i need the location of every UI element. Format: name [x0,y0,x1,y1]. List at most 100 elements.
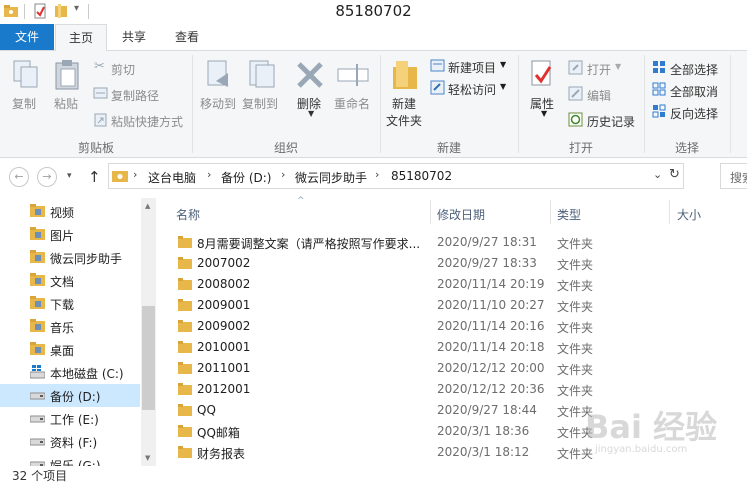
rename-icon [337,64,369,86]
breadcrumb-separator-icon: › [133,168,138,181]
file-row[interactable]: 2012001 2020/12/12 20:36 文件夹 [167,379,747,400]
nav-item[interactable]: 微云同步助手 [0,246,140,269]
select-all-icon [653,61,665,73]
paste-shortcut-button[interactable]: 粘贴快捷方式 [92,111,187,129]
history-button[interactable]: 历史记录 [568,111,640,129]
breadcrumb-drive-d[interactable]: 备份 (D:) [221,169,271,186]
cut-button[interactable]: ✂ 剪切 [92,59,142,77]
file-row[interactable]: 2008002 2020/11/14 20:19 文件夹 [167,274,747,295]
recent-locations-dropdown-icon[interactable]: ▾ [67,171,72,181]
file-row[interactable]: 2010001 2020/11/14 20:18 文件夹 [167,337,747,358]
breadcrumb-this-pc[interactable]: 这台电脑 [148,169,196,186]
folder-icon [178,404,192,416]
paste-button[interactable]: 粘贴 [48,57,88,113]
tab-view[interactable]: 查看 [162,24,212,50]
invert-selection-button[interactable]: 反向选择 [652,103,732,121]
new-item-dropdown-icon: ▼ [500,60,507,69]
nav-item-label: 下载 [50,298,75,312]
tab-file[interactable]: 文件 [0,24,54,50]
refresh-icon[interactable]: ↻ [669,167,680,182]
file-name: 2008002 [197,277,251,291]
drive-icon [29,388,46,402]
nav-item[interactable]: 资料 (F:) [0,430,140,453]
search-input[interactable]: 搜索 [720,163,747,189]
nav-item-label: 微云同步助手 [50,252,123,266]
select-all-button[interactable]: 全部选择 [652,59,732,77]
file-name: 2011001 [197,361,251,375]
scroll-down-icon[interactable]: ▼ [145,454,150,462]
nav-item[interactable]: 工作 (E:) [0,407,140,430]
file-row[interactable]: 2011001 2020/12/12 20:00 文件夹 [167,358,747,379]
properties-button[interactable]: 属性 ▼ [524,57,564,123]
file-type: 文件夹 [557,321,594,335]
nav-item[interactable]: 娱乐 (G:) [0,453,140,466]
copy-to-button[interactable]: 复制到 [240,57,282,113]
column-separator[interactable] [550,200,551,224]
open-button[interactable]: 打开 ▼ [568,59,628,77]
file-row[interactable]: 8月需要调整文案（请严格按照写作要求... 2020/9/27 18:31 文件夹 [167,232,747,253]
new-item-button[interactable]: 新建项目 ▼ [430,57,512,75]
file-row[interactable]: 2007002 2020/9/27 18:33 文件夹 [167,253,747,274]
invert-selection-label: 反向选择 [670,107,719,121]
file-name: 财务报表 [197,447,246,461]
edit-icon [568,86,583,101]
delete-x-icon [297,62,323,88]
nav-item[interactable]: 下载 [0,292,140,315]
nav-item[interactable]: 文档 [0,269,140,292]
scroll-up-icon[interactable]: ▲ [145,202,150,210]
file-modified-date: 2020/12/12 20:00 [437,361,545,375]
file-modified-date: 2020/9/27 18:44 [437,403,537,417]
tab-home[interactable]: 主页 [55,24,107,52]
drive-folder-icon [112,171,128,182]
title-bar: ▾ 85180702 [0,0,747,24]
rename-button[interactable]: 重命名 [332,57,376,113]
nav-scrollbar-thumb[interactable] [142,306,155,410]
file-name: 2007002 [197,256,251,270]
select-none-button[interactable]: 全部取消 [652,81,732,99]
new-folder-button[interactable]: 新建 文件夹 [384,57,426,133]
properties-icon [531,60,552,86]
back-button[interactable]: ← [9,167,29,187]
easy-access-icon [430,80,445,95]
documents-folder-icon [30,273,45,287]
copy-path-button[interactable]: 复制路径 [92,85,164,103]
column-header-size[interactable]: 大小 [677,206,701,223]
easy-access-button[interactable]: 轻松访问 ▼ [430,79,512,97]
delete-dropdown-icon: ▼ [308,109,315,118]
file-row[interactable]: 2009002 2020/11/14 20:16 文件夹 [167,316,747,337]
address-dropdown-icon[interactable]: ⌄ [653,168,662,181]
group-separator [730,55,731,153]
nav-item[interactable]: 备份 (D:) [0,384,140,407]
up-arrow-icon[interactable]: ↑ [88,168,101,186]
drive-icon [29,411,46,425]
column-separator[interactable] [669,200,670,224]
breadcrumb-separator-icon: › [375,168,380,181]
column-separator[interactable] [430,200,431,224]
forward-button[interactable]: → [37,167,57,187]
address-bar[interactable]: › 这台电脑 › 备份 (D:) › 微云同步助手 › 85180702 ⌄ ↻ [108,163,684,189]
nav-item[interactable]: 视频 [0,200,140,223]
breadcrumb-current-folder[interactable]: 85180702 [391,169,452,183]
breadcrumb-weiyun[interactable]: 微云同步助手 [295,169,367,186]
column-header-name[interactable]: 名称 [176,206,200,223]
weiyun-folder-icon [30,250,45,264]
column-header-type[interactable]: 类型 [557,206,581,223]
nav-item[interactable]: 桌面 [0,338,140,361]
nav-item-label: 音乐 [50,321,75,335]
tab-share[interactable]: 共享 [110,24,158,50]
file-modified-date: 2020/9/27 18:33 [437,256,537,270]
copy-button[interactable]: 复制 [6,57,46,113]
edit-button[interactable]: 编辑 [568,85,628,103]
file-name: 2009001 [197,298,251,312]
nav-item[interactable]: 本地磁盘 (C:) [0,361,140,384]
ribbon: 复制 粘贴 ✂ 剪切 复制路径 粘贴快捷方式 剪贴板 移动到 复制到 删除 ▼ … [0,51,747,158]
nav-item[interactable]: 音乐 [0,315,140,338]
move-to-button[interactable]: 移动到 [198,57,240,113]
copy-to-label: 复制到 [242,97,279,111]
new-folder-label-1: 新建 [392,97,417,111]
file-row[interactable]: 2009001 2020/11/10 20:27 文件夹 [167,295,747,316]
folder-icon [178,299,192,311]
column-header-modified[interactable]: 修改日期 [437,206,485,223]
delete-button[interactable]: 删除 ▼ [292,57,332,123]
nav-item[interactable]: 图片 [0,223,140,246]
